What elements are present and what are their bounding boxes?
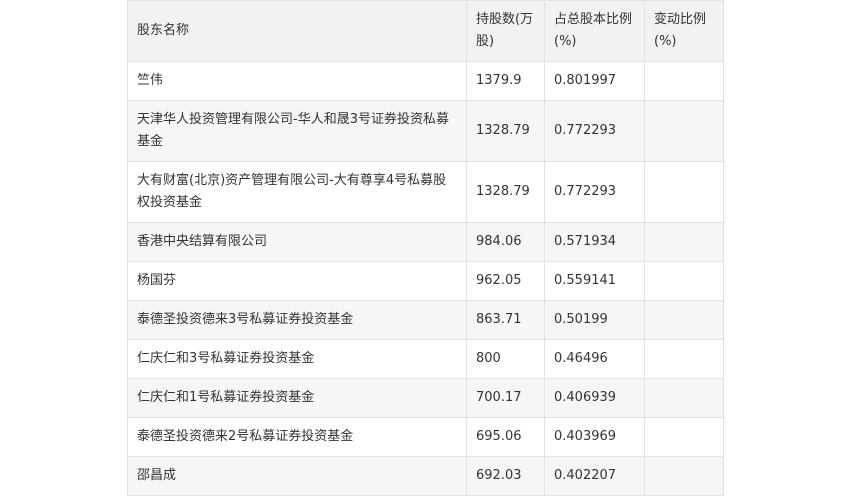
cell-shares-held: 1328.79 bbox=[466, 161, 545, 223]
table-row: 大有财富(北京)资产管理有限公司-大有尊享4号私募股权投资基金 1328.79 … bbox=[127, 161, 724, 223]
table-header-row: 股东名称 持股数(万股) 占总股本比例(%) 变动比例(%) bbox=[127, 0, 724, 62]
cell-share-ratio: 0.571934 bbox=[544, 222, 645, 262]
cell-shareholder-name: 邵昌成 bbox=[127, 456, 467, 496]
header-shares-held: 持股数(万股) bbox=[466, 0, 545, 62]
cell-shares-held: 692.03 bbox=[466, 456, 545, 496]
cell-shareholder-name: 香港中央结算有限公司 bbox=[127, 222, 467, 262]
cell-share-ratio: 0.559141 bbox=[544, 261, 645, 301]
cell-shares-held: 800 bbox=[466, 339, 545, 379]
cell-shares-held: 962.05 bbox=[466, 261, 545, 301]
table-row: 天津华人投资管理有限公司-华人和晟3号证券投资私募基金 1328.79 0.77… bbox=[127, 100, 724, 162]
table-row: 仁庆仁和1号私募证券投资基金 700.17 0.406939 bbox=[127, 378, 724, 418]
cell-change-ratio bbox=[644, 100, 724, 162]
cell-change-ratio bbox=[644, 161, 724, 223]
cell-shareholder-name: 泰德圣投资德来3号私募证券投资基金 bbox=[127, 300, 467, 340]
cell-shares-held: 863.71 bbox=[466, 300, 545, 340]
header-share-ratio: 占总股本比例(%) bbox=[544, 0, 645, 62]
cell-shareholder-name: 天津华人投资管理有限公司-华人和晟3号证券投资私募基金 bbox=[127, 100, 467, 162]
cell-shares-held: 984.06 bbox=[466, 222, 545, 262]
cell-change-ratio bbox=[644, 300, 724, 340]
cell-shareholder-name: 杨国芬 bbox=[127, 261, 467, 301]
cell-shareholder-name: 仁庆仁和3号私募证券投资基金 bbox=[127, 339, 467, 379]
cell-share-ratio: 0.801997 bbox=[544, 61, 645, 101]
table-row: 邵昌成 692.03 0.402207 bbox=[127, 456, 724, 496]
cell-shares-held: 695.06 bbox=[466, 417, 545, 457]
cell-change-ratio bbox=[644, 417, 724, 457]
table-row: 竺伟 1379.9 0.801997 bbox=[127, 61, 724, 101]
cell-change-ratio bbox=[644, 261, 724, 301]
cell-share-ratio: 0.46496 bbox=[544, 339, 645, 379]
cell-shares-held: 1379.9 bbox=[466, 61, 545, 101]
table-row: 香港中央结算有限公司 984.06 0.571934 bbox=[127, 222, 724, 262]
cell-share-ratio: 0.403969 bbox=[544, 417, 645, 457]
cell-shareholder-name: 仁庆仁和1号私募证券投资基金 bbox=[127, 378, 467, 418]
cell-change-ratio bbox=[644, 222, 724, 262]
shareholder-table: 股东名称 持股数(万股) 占总股本比例(%) 变动比例(%) 竺伟 1379.9… bbox=[127, 0, 724, 496]
header-change-ratio: 变动比例(%) bbox=[644, 0, 724, 62]
cell-share-ratio: 0.406939 bbox=[544, 378, 645, 418]
cell-change-ratio bbox=[644, 61, 724, 101]
cell-change-ratio bbox=[644, 378, 724, 418]
cell-share-ratio: 0.50199 bbox=[544, 300, 645, 340]
table-row: 泰德圣投资德来3号私募证券投资基金 863.71 0.50199 bbox=[127, 300, 724, 340]
header-shareholder-name: 股东名称 bbox=[127, 0, 467, 62]
cell-shareholder-name: 泰德圣投资德来2号私募证券投资基金 bbox=[127, 417, 467, 457]
cell-shareholder-name: 竺伟 bbox=[127, 61, 467, 101]
table-row: 杨国芬 962.05 0.559141 bbox=[127, 261, 724, 301]
table-row: 仁庆仁和3号私募证券投资基金 800 0.46496 bbox=[127, 339, 724, 379]
cell-shares-held: 700.17 bbox=[466, 378, 545, 418]
cell-shares-held: 1328.79 bbox=[466, 100, 545, 162]
cell-shareholder-name: 大有财富(北京)资产管理有限公司-大有尊享4号私募股权投资基金 bbox=[127, 161, 467, 223]
cell-share-ratio: 0.772293 bbox=[544, 100, 645, 162]
table-row: 泰德圣投资德来2号私募证券投资基金 695.06 0.403969 bbox=[127, 417, 724, 457]
cell-change-ratio bbox=[644, 339, 724, 379]
cell-share-ratio: 0.402207 bbox=[544, 456, 645, 496]
cell-change-ratio bbox=[644, 456, 724, 496]
shareholder-table-container: 股东名称 持股数(万股) 占总股本比例(%) 变动比例(%) 竺伟 1379.9… bbox=[127, 0, 724, 496]
cell-share-ratio: 0.772293 bbox=[544, 161, 645, 223]
